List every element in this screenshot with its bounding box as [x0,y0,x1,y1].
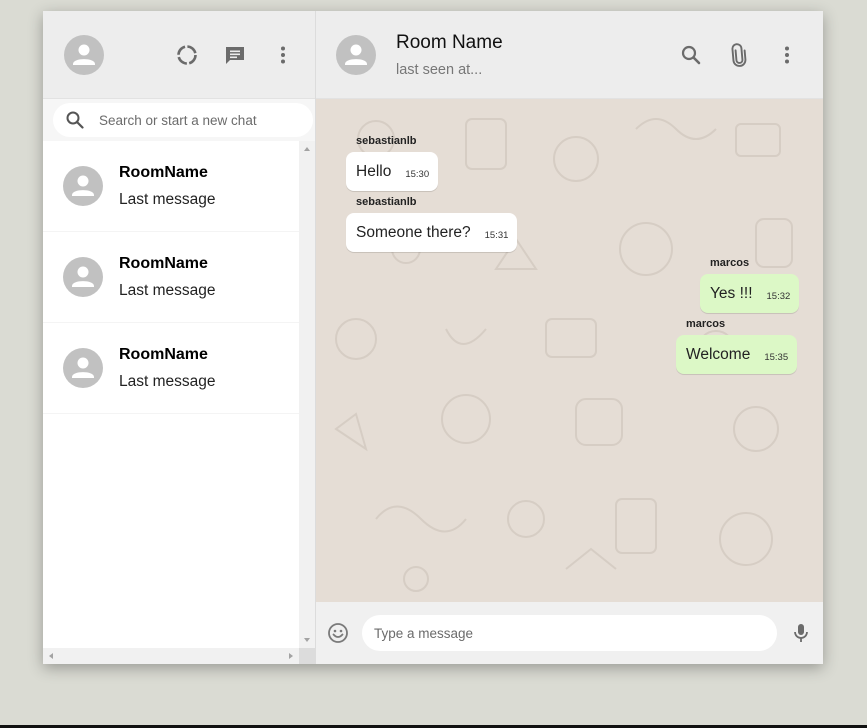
message-bubble[interactable]: Hello 15:30 [346,152,439,191]
avatar-icon [72,175,94,196]
message-text: Welcome [686,346,751,363]
message-bubble[interactable]: Welcome 15:35 [676,335,798,374]
message: sebastianlb Someone there? 15:31 [346,196,518,252]
room-avatar[interactable] [336,34,376,75]
room-avatar [63,257,103,297]
user-avatar[interactable] [64,34,104,75]
sidebar-header [43,11,315,99]
emoji-button[interactable] [326,621,350,645]
search-icon [681,45,701,64]
horizontal-scrollbar[interactable] [43,648,299,664]
emoji-icon [328,623,348,643]
room-avatar [63,166,103,206]
more-vert-icon [785,46,789,63]
chat-last-message: Last message [119,372,216,390]
status-button[interactable] [175,43,199,67]
chat-list-area: RoomName Last message RoomName Last mess… [43,141,315,664]
chat-last-message: Last message [119,190,216,208]
chat-list-item[interactable]: RoomName Last message [43,323,299,414]
sidebar: RoomName Last message RoomName Last mess… [43,11,316,664]
room-avatar [63,348,103,388]
message-text: Yes !!! [710,285,753,302]
chat-list-item[interactable]: RoomName Last message [43,232,299,323]
chat-body: sebastianlb Hello 15:30 sebastianlb Some… [316,99,823,602]
message-time: 15:32 [766,291,791,302]
avatar-icon [345,44,367,65]
scroll-down-arrow[interactable] [304,638,310,642]
avatar-icon [73,44,95,65]
search-icon [66,111,84,129]
scroll-up-arrow[interactable] [304,147,310,151]
mic-icon [794,624,808,642]
scroll-left-arrow[interactable] [49,653,53,659]
chat-search-button[interactable] [679,43,703,67]
message-time: 15:31 [484,230,509,241]
message-author: marcos [710,257,750,269]
chat-name: RoomName [119,163,208,181]
chat-list: RoomName Last message RoomName Last mess… [43,141,299,648]
message-text: Someone there? [356,224,471,241]
chat-panel: Room Name last seen at... sebastianlb He… [316,11,823,664]
message-author: sebastianlb [356,135,417,147]
search-bar [43,99,315,141]
chat-menu-button[interactable] [775,43,799,67]
message: marcos Yes !!! 15:32 [700,257,800,313]
avatar-icon [72,266,94,287]
message-bubble[interactable]: Yes !!! 15:32 [700,274,800,313]
search-box[interactable] [53,103,313,137]
message-input-box[interactable] [362,615,777,651]
message-author: sebastianlb [356,196,417,208]
search-input[interactable] [97,111,301,129]
chat-footer [316,602,823,664]
message-bubble[interactable]: Someone there? 15:31 [346,213,518,252]
avatar-icon [72,357,94,378]
attach-button[interactable] [727,42,751,67]
room-name: Room Name [396,31,503,53]
more-vert-icon [281,46,285,63]
message-text: Hello [356,163,392,180]
chat-icon [226,46,244,64]
message-author: marcos [686,318,726,330]
message: sebastianlb Hello 15:30 [346,135,439,191]
message-input[interactable] [372,624,767,642]
scroll-right-arrow[interactable] [289,653,293,659]
mic-button[interactable] [789,621,813,645]
chat-header: Room Name last seen at... [316,11,823,99]
chat-list-item[interactable]: RoomName Last message [43,141,299,232]
whatsapp-app: RoomName Last message RoomName Last mess… [43,11,823,664]
chat-last-message: Last message [119,281,216,299]
attach-icon [731,42,747,67]
vertical-scrollbar[interactable] [299,141,315,648]
message-time: 15:30 [405,169,430,180]
scrollbar-corner [299,648,315,664]
chat-name: RoomName [119,345,208,363]
sidebar-menu-button[interactable] [271,43,295,67]
room-last-seen: last seen at... [396,61,483,78]
status-icon [177,44,197,65]
new-chat-button[interactable] [223,43,247,67]
chat-name: RoomName [119,254,208,272]
room-info[interactable]: Room Name last seen at... [396,32,679,78]
message-time: 15:35 [764,352,789,363]
message: marcos Welcome 15:35 [676,318,798,374]
